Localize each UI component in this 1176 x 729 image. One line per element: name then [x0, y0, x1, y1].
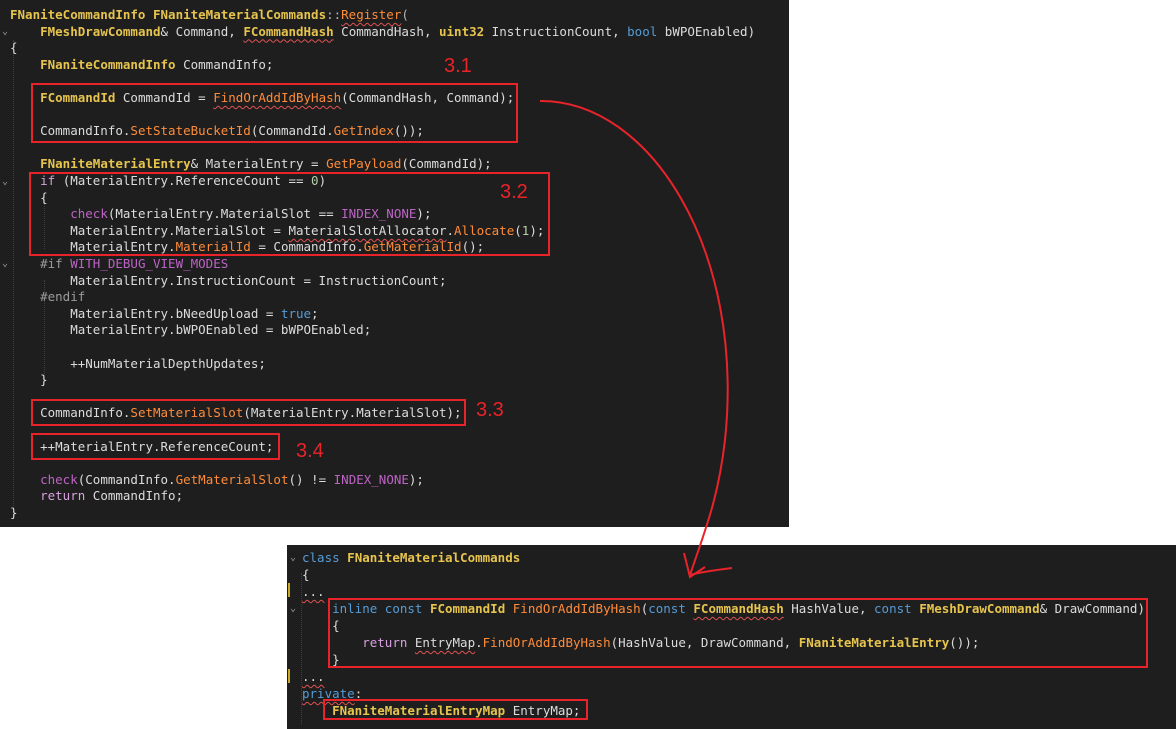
curved-arrow	[539, 99, 733, 579]
arrow-path	[539, 99, 729, 576]
arrow-tail	[689, 567, 733, 576]
